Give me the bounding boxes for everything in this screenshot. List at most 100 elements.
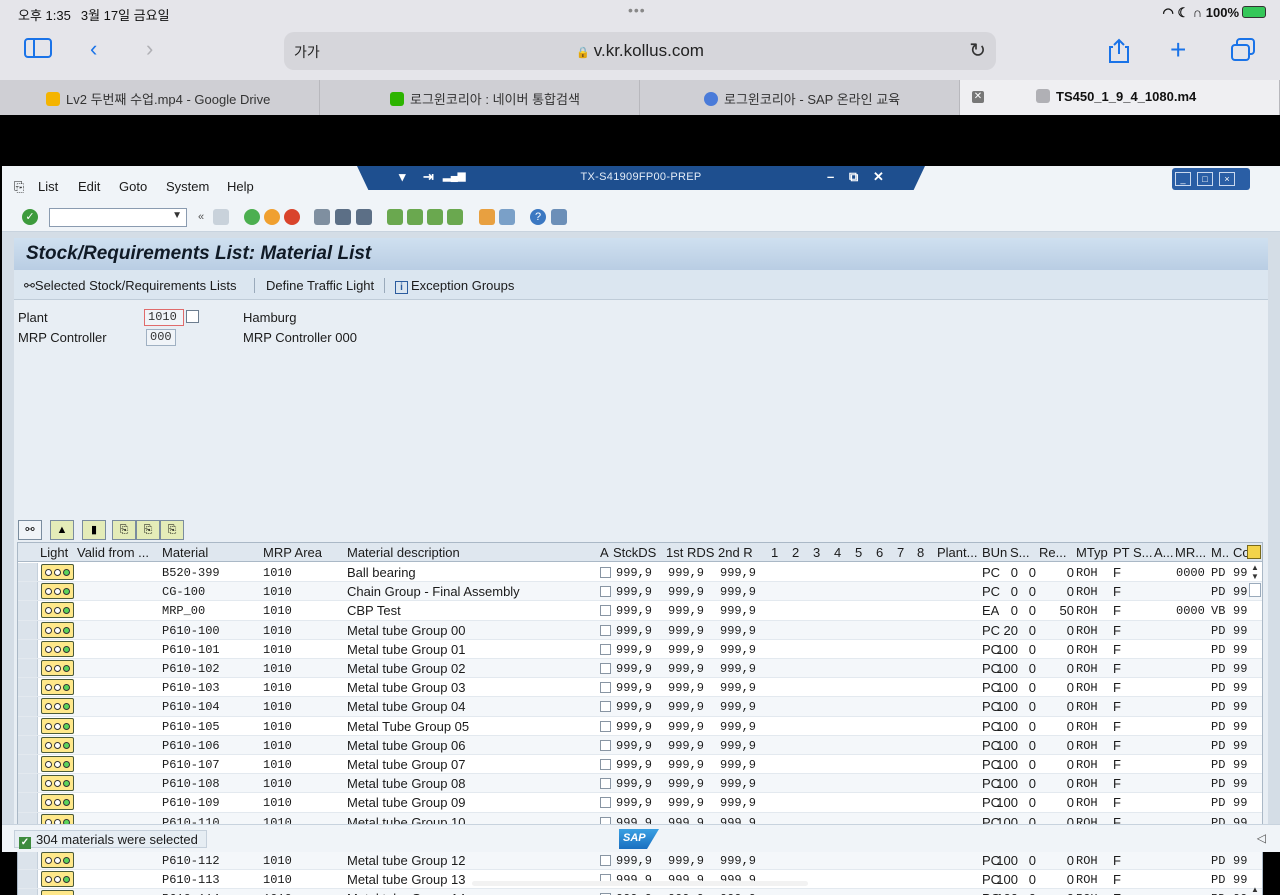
column-header[interactable]: 3 <box>813 545 820 560</box>
window-minimize-icon[interactable]: _ <box>1175 172 1191 186</box>
column-header[interactable]: Material description <box>347 545 460 560</box>
column-header[interactable]: 6 <box>876 545 883 560</box>
browser-tab-google-drive[interactable]: Lv2 두번째 수업.mp4 - Google Drive <box>0 80 320 115</box>
column-header[interactable]: 5 <box>855 545 862 560</box>
table-row[interactable]: P610-109 1010 Metal tube Group 09 999,9 999,… <box>18 793 1262 813</box>
row-selector[interactable] <box>18 563 38 582</box>
table-row[interactable]: MRP_00 1010 CBP Test 999,9 999,9 999,9 0 EA 0 50 R… <box>18 601 1262 621</box>
scroll-down-icon[interactable]: ▼ <box>1246 572 1262 581</box>
browser-tab-sap-course[interactable]: 로그윈코리아 - SAP 온라인 교육 <box>640 80 960 115</box>
row-selector[interactable] <box>18 793 38 812</box>
find-next-icon[interactable] <box>356 209 372 225</box>
table-row[interactable]: P610-1131010Metal tube Group 13999,9999,… <box>18 870 1262 890</box>
reload-icon[interactable]: ↻ <box>969 38 986 63</box>
find-icon[interactable] <box>335 209 351 225</box>
column-header[interactable]: A <box>600 545 609 560</box>
address-bar[interactable]: 가가 🔒 v.kr.kollus.com ↻ <box>284 32 996 70</box>
new-tab-icon[interactable]: + <box>1170 34 1186 66</box>
row-selector[interactable] <box>18 582 38 601</box>
column-header[interactable]: MRP Area <box>263 545 322 560</box>
table-row[interactable]: P610-100 1010 Metal tube Group 00 999,9 999,… <box>18 620 1262 640</box>
table-row[interactable]: P610-1141010Metal tube Group 14999,9999,… <box>18 889 1262 895</box>
column-header[interactable]: 8 <box>917 545 924 560</box>
row-checkbox[interactable] <box>600 720 611 732</box>
column-header[interactable]: 1st RDS <box>666 545 714 560</box>
row-selector[interactable] <box>18 601 38 620</box>
scroll-end-icon[interactable]: ▲▼ <box>1246 885 1262 895</box>
mrp-controller-field[interactable]: 000 <box>146 329 176 346</box>
row-selector[interactable] <box>18 659 38 678</box>
table-row[interactable]: P610-107 1010 Metal tube Group 07 999,9 999,… <box>18 755 1262 775</box>
refresh-icon[interactable]: ⎘ <box>160 520 184 540</box>
menu-system[interactable]: System <box>166 179 209 194</box>
row-checkbox[interactable] <box>600 739 611 751</box>
first-page-icon[interactable] <box>387 209 403 225</box>
row-checkbox[interactable] <box>600 643 611 655</box>
table-row[interactable]: P610-101 1010 Metal tube Group 01 999,9 999,… <box>18 639 1262 659</box>
tabs-overview-icon[interactable] <box>1230 38 1256 68</box>
row-checkbox[interactable] <box>600 586 611 598</box>
column-header[interactable]: 7 <box>897 545 904 560</box>
column-header[interactable]: S... <box>1133 545 1153 560</box>
column-header[interactable]: M.. <box>1211 545 1229 560</box>
forward-icon[interactable]: › <box>146 36 153 62</box>
row-selector[interactable] <box>18 851 38 870</box>
status-message[interactable]: ✓ 304 materials were selected <box>14 830 207 849</box>
row-selector[interactable] <box>18 620 38 639</box>
menu-goto[interactable]: Goto <box>119 179 147 194</box>
window-close-icon[interactable]: × <box>1219 172 1235 186</box>
table-row[interactable]: P610-112 1010 Metal tube Group 12 999,9 999,… <box>18 851 1262 871</box>
browser-tab-video[interactable]: TS450_1_9_4_1080.m4 <box>960 80 1280 115</box>
row-selector[interactable] <box>18 678 38 697</box>
back-icon[interactable] <box>244 209 260 225</box>
column-header[interactable]: StckDS <box>613 545 656 560</box>
menu-icon[interactable]: ⎘ <box>14 179 24 195</box>
details-icon[interactable]: ⎘ <box>136 520 160 540</box>
sort-icon[interactable]: ▲ <box>50 520 74 540</box>
row-checkbox[interactable] <box>600 778 611 790</box>
column-header[interactable]: PT <box>1113 545 1130 560</box>
filter-icon[interactable]: ⚯ <box>18 520 42 540</box>
row-checkbox[interactable] <box>600 567 611 578</box>
browser-tab-naver[interactable]: 로그윈코리아 : 네이버 통합검색 <box>320 80 640 115</box>
exception-groups-button[interactable]: i Exception Groups <box>395 278 514 294</box>
save-icon[interactable] <box>213 209 229 225</box>
column-header[interactable]: 1 <box>771 545 778 560</box>
copy-icon[interactable] <box>186 310 199 323</box>
plant-field[interactable]: 1010 <box>144 309 184 326</box>
export-icon[interactable]: ⎘ <box>112 520 136 540</box>
collapse-icon[interactable]: « <box>193 209 209 225</box>
new-session-icon[interactable] <box>479 209 495 225</box>
row-selector[interactable] <box>18 716 38 735</box>
column-header[interactable]: BUn <box>982 545 1007 560</box>
table-row[interactable]: P610-104 1010 Metal tube Group 04 999,9 999,… <box>18 697 1262 717</box>
column-header[interactable]: Valid from ... <box>77 545 157 560</box>
enter-icon[interactable]: ✓ <box>22 209 38 225</box>
row-selector[interactable] <box>18 755 38 774</box>
row-checkbox[interactable] <box>600 624 611 636</box>
define-traffic-light-button[interactable]: Define Traffic Light <box>266 278 374 293</box>
row-checkbox[interactable] <box>600 797 611 809</box>
column-header[interactable]: Plant... <box>937 545 977 560</box>
close-tab-icon[interactable]: ✕ <box>972 91 984 103</box>
table-row[interactable]: P610-106 1010 Metal tube Group 06 999,9 999,… <box>18 735 1262 755</box>
table-row[interactable]: P610-103 1010 Metal tube Group 03 999,9 999,… <box>18 678 1262 698</box>
close-icon[interactable]: ✕ <box>873 169 884 185</box>
sidebar-icon[interactable] <box>24 38 52 64</box>
command-field[interactable]: ▼ <box>49 208 187 227</box>
column-header[interactable]: 4 <box>834 545 841 560</box>
layout-settings-icon[interactable] <box>1247 545 1261 559</box>
row-selector[interactable] <box>18 889 38 895</box>
row-checkbox[interactable] <box>600 605 611 617</box>
chevron-down-icon[interactable]: ▼ <box>172 210 182 221</box>
selected-lists-button[interactable]: ⚯Selected Stock/Requirements Lists <box>24 278 237 294</box>
column-header[interactable]: Re... <box>1039 545 1066 560</box>
last-page-icon[interactable] <box>447 209 463 225</box>
row-selector[interactable] <box>18 639 38 658</box>
column-header[interactable]: A... <box>1154 545 1174 560</box>
print-icon[interactable] <box>314 209 330 225</box>
row-selector[interactable] <box>18 735 38 754</box>
column-header[interactable]: Material <box>162 545 208 560</box>
column-header[interactable]: MR... <box>1175 545 1206 560</box>
menu-edit[interactable]: Edit <box>78 179 100 194</box>
